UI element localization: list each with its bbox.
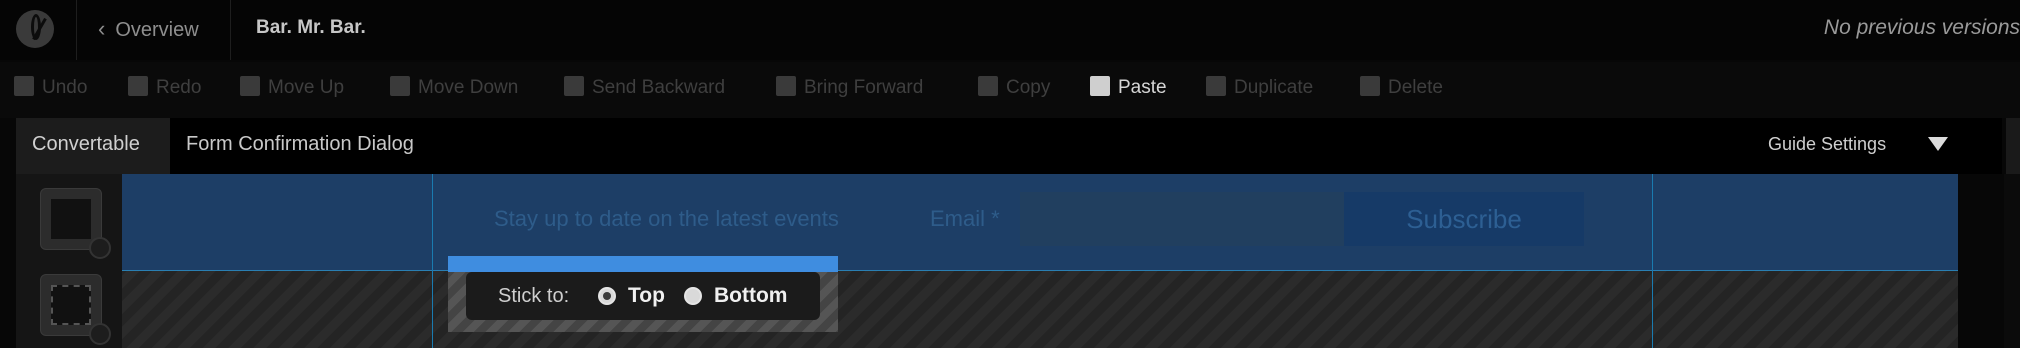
duplicate-button[interactable]: Duplicate <box>1206 76 1313 99</box>
paste-label: Paste <box>1118 77 1167 98</box>
logo-icon[interactable] <box>16 10 54 48</box>
bring-forward-icon <box>776 76 796 96</box>
move-down-button[interactable]: Move Down <box>390 76 518 99</box>
delete-button[interactable]: Delete <box>1360 76 1443 99</box>
section-layout-icon <box>51 285 91 325</box>
move-up-label: Move Up <box>268 77 345 98</box>
overview-link[interactable]: ‹ Overview <box>98 16 199 42</box>
bring-forward-button[interactable]: Bring Forward <box>776 76 923 99</box>
bar-layout-thumb[interactable] <box>40 188 111 259</box>
duplicate-icon <box>1206 76 1226 96</box>
move-up-button[interactable]: Move Up <box>240 76 344 99</box>
move-down-icon <box>390 76 410 96</box>
move-down-label: Move Down <box>418 77 519 98</box>
scrollbar[interactable] <box>2004 174 2020 348</box>
section-layout-thumb[interactable] <box>40 274 111 345</box>
redo-button[interactable]: Redo <box>128 76 201 99</box>
bar-message[interactable]: Stay up to date on the latest events <box>494 206 839 232</box>
delete-label: Delete <box>1388 77 1443 98</box>
versions-status: No previous versions <box>1823 16 2020 39</box>
swap-icon <box>89 323 111 345</box>
tab-convertable[interactable]: Convertable <box>16 118 170 174</box>
guide-line-right[interactable] <box>1652 174 1653 348</box>
bar-layout-icon <box>51 199 91 239</box>
page-title: Bar. Mr. Bar. <box>256 17 366 38</box>
tab-convertable-label: Convertable <box>32 133 140 155</box>
divider <box>76 0 77 60</box>
copy-icon <box>978 76 998 96</box>
guide-line-left[interactable] <box>432 174 433 348</box>
swap-icon <box>89 237 111 259</box>
copy-label: Copy <box>1006 77 1051 98</box>
redo-icon <box>128 76 148 96</box>
chevron-left-icon: ‹ <box>98 16 106 41</box>
undo-button[interactable]: Undo <box>14 76 87 99</box>
duplicate-label: Duplicate <box>1234 77 1314 98</box>
caret-down-icon[interactable] <box>1928 137 1948 151</box>
move-up-icon <box>240 76 260 96</box>
left-tool-panel <box>16 174 122 348</box>
radio-top[interactable] <box>598 287 616 305</box>
stick-to-highlight <box>448 256 838 272</box>
overview-label: Overview <box>115 19 199 41</box>
email-field[interactable] <box>1020 192 1344 246</box>
radio-top-label[interactable]: Top <box>628 284 665 308</box>
paste-button[interactable]: Paste <box>1090 76 1167 99</box>
stick-to-label: Stick to: <box>498 285 570 307</box>
radio-bottom-label[interactable]: Bottom <box>714 284 787 308</box>
subscribe-button[interactable]: Subscribe <box>1344 192 1584 246</box>
redo-label: Redo <box>156 77 202 98</box>
trash-icon <box>1360 76 1380 96</box>
bring-forward-label: Bring Forward <box>804 77 924 98</box>
paste-icon <box>1090 76 1110 96</box>
undo-label: Undo <box>42 77 88 98</box>
email-label: Email * <box>930 206 1000 231</box>
edit-toolbar: Undo Redo Move Up Move Down Send Backwar… <box>0 62 2020 118</box>
send-backward-button[interactable]: Send Backward <box>564 76 725 99</box>
copy-button[interactable]: Copy <box>978 76 1050 99</box>
guide-settings-button[interactable]: Guide Settings <box>1768 134 1886 155</box>
radio-bottom[interactable] <box>684 287 702 305</box>
send-backward-icon <box>564 76 584 96</box>
send-backward-label: Send Backward <box>592 77 726 98</box>
undo-icon <box>14 76 34 96</box>
divider <box>230 0 231 60</box>
tab-form-confirmation-dialog[interactable]: Form Confirmation Dialog <box>186 133 414 156</box>
